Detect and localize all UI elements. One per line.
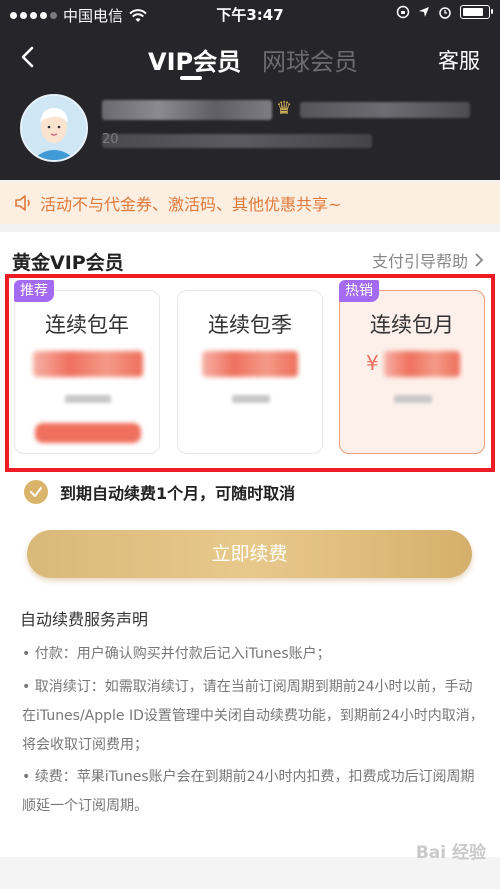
orientation-lock-icon: [396, 5, 410, 19]
back-arrow-icon[interactable]: [14, 42, 44, 72]
alarm-icon: [439, 7, 451, 19]
declaration-cancel: • 取消续订：如需取消续订，请在当前订阅周期到期前24小时以前，手动在iTune…: [22, 679, 484, 753]
plan-price-blurred: [384, 351, 460, 377]
active-tab-indicator: [180, 76, 202, 80]
recommend-badge: 推荐: [14, 280, 54, 302]
chevron-right-icon: [475, 253, 484, 267]
watermark: Bai 经验: [415, 843, 486, 863]
declaration-title: 自动续费服务声明: [20, 610, 149, 629]
username-blurred: [102, 100, 272, 120]
tab-tennis[interactable]: 网球会员: [262, 42, 358, 77]
avatar-illustration-icon: [22, 96, 86, 160]
payment-help-label: 支付引导帮助: [371, 252, 468, 271]
plan-price-blurred: [202, 351, 298, 377]
plan-subtext-blurred: [232, 395, 270, 403]
plan-price-blurred: [33, 351, 143, 377]
plan-label: 连续包季: [208, 313, 292, 337]
auto-renew-option[interactable]: 到期自动续费1个月，可随时取消: [24, 480, 295, 504]
plan-card-quarterly[interactable]: 连续包季: [177, 290, 323, 454]
membership-info-blurred: [102, 134, 372, 148]
plan-label: 连续包年: [45, 313, 129, 337]
plan-promo-blurred: [35, 423, 141, 443]
plan-subtext-blurred: [394, 395, 432, 403]
renew-now-button[interactable]: 立即续费: [27, 530, 472, 578]
promo-notice: 活动不与代金券、激活码、其他优惠共享~: [0, 182, 500, 224]
payment-help-link[interactable]: 支付引导帮助: [372, 248, 484, 272]
membership-info-prefix: 20: [102, 132, 119, 147]
plan-subtext-blurred: [65, 395, 111, 403]
header-area: 中国电信 下午3:47 VIP会员 网球会员 客服 ♛ 20: [0, 0, 500, 180]
auto-renew-text: 到期自动续费1个月，可随时取消: [60, 484, 296, 503]
checkmark-icon[interactable]: [24, 480, 48, 504]
battery-icon: [460, 5, 493, 19]
section-title: 黄金VIP会员: [12, 252, 124, 274]
plan-card-monthly[interactable]: 连续包月 ¥: [339, 290, 485, 454]
status-bar: 中国电信 下午3:47: [0, 0, 500, 28]
speaker-icon: [15, 195, 30, 211]
plans-panel: 黄金VIP会员 支付引导帮助 连续包年 推荐 连续包季 连续包月 ¥ 热销 到期…: [0, 232, 500, 857]
promo-notice-text: 活动不与代金券、激活码、其他优惠共享~: [40, 195, 342, 214]
currency-symbol: ¥: [366, 351, 379, 375]
plan-label: 连续包月: [370, 313, 454, 337]
plan-card-yearly[interactable]: 连续包年: [14, 290, 160, 454]
declaration-renewal: • 续费：苹果iTunes账户会在到期前24小时内扣费，扣费成功后订阅周期顺延一…: [22, 769, 475, 814]
nav-bar: VIP会员 网球会员 客服: [0, 32, 500, 84]
vip-crown-icon: ♛: [276, 98, 293, 119]
declaration-payment: • 付款：用户确认购买并付款后记入iTunes账户；: [22, 646, 331, 662]
tab-vip[interactable]: VIP会员: [148, 42, 241, 77]
customer-service-button[interactable]: 客服: [438, 45, 480, 75]
avatar[interactable]: [20, 94, 88, 162]
profile-section: ♛ 20: [0, 92, 500, 172]
username-extra-blurred: [300, 102, 470, 118]
hot-sale-badge: 热销: [339, 280, 379, 302]
location-icon: [419, 7, 429, 17]
